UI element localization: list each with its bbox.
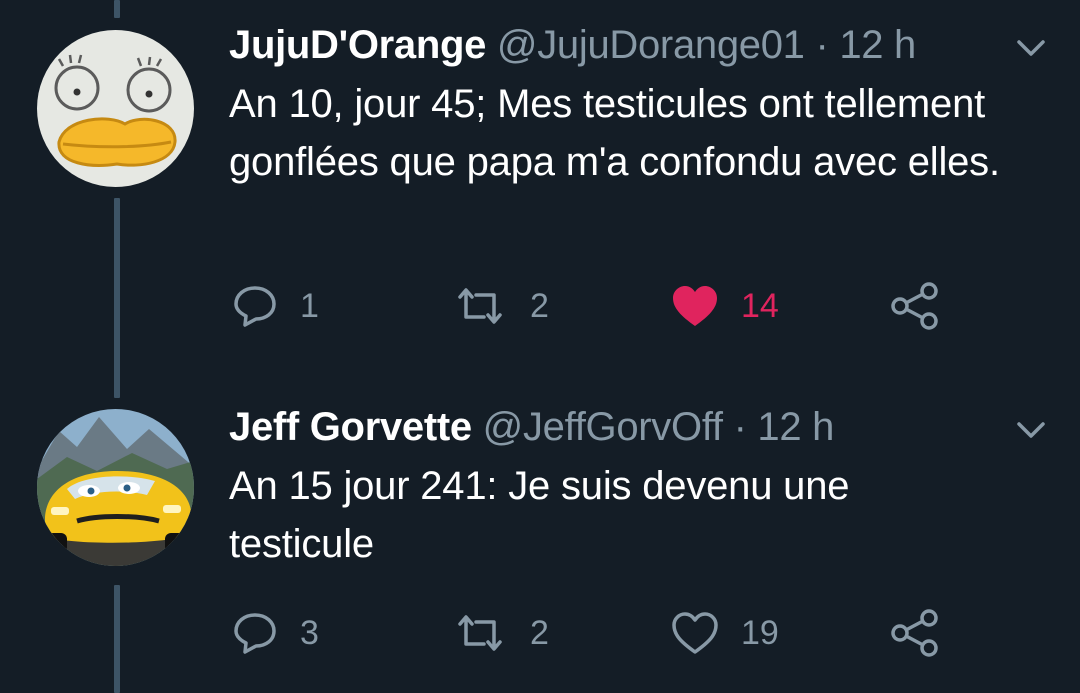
reply-count: 3 bbox=[300, 613, 319, 652]
handle[interactable]: @JeffGorvOff bbox=[483, 405, 723, 449]
reply-button[interactable]: 3 bbox=[232, 603, 319, 663]
share-icon bbox=[891, 609, 938, 657]
timestamp[interactable]: 12 h bbox=[757, 405, 834, 449]
like-button[interactable]: 19 bbox=[671, 603, 779, 663]
chevron-down-icon[interactable] bbox=[1013, 418, 1049, 442]
separator: · bbox=[733, 405, 747, 449]
avatar[interactable] bbox=[37, 409, 194, 566]
display-name[interactable]: Jeff Gorvette bbox=[229, 405, 472, 449]
tweet-text: An 15 jour 241: Je suis devenu une testi… bbox=[229, 464, 850, 566]
action-bar: 3 2 19 bbox=[0, 603, 1080, 663]
tweet-2[interactable]: Jeff Gorvette @JeffGorvOff · 12 h An 15 … bbox=[0, 0, 1080, 693]
retweet-button[interactable]: 2 bbox=[452, 603, 549, 663]
reply-icon bbox=[234, 613, 276, 654]
like-count: 19 bbox=[741, 613, 779, 652]
timeline-feed: JujuD'Orange @JujuDorange01 · 12 h An 10… bbox=[0, 0, 1080, 693]
share-button[interactable] bbox=[890, 603, 940, 663]
tweet-header: Jeff Gorvette @JeffGorvOff · 12 h bbox=[229, 402, 834, 452]
yellow-race-car-avatar-icon bbox=[37, 409, 194, 566]
retweet-icon bbox=[458, 615, 502, 651]
retweet-count: 2 bbox=[530, 613, 549, 652]
heart-outline-icon bbox=[672, 612, 718, 654]
